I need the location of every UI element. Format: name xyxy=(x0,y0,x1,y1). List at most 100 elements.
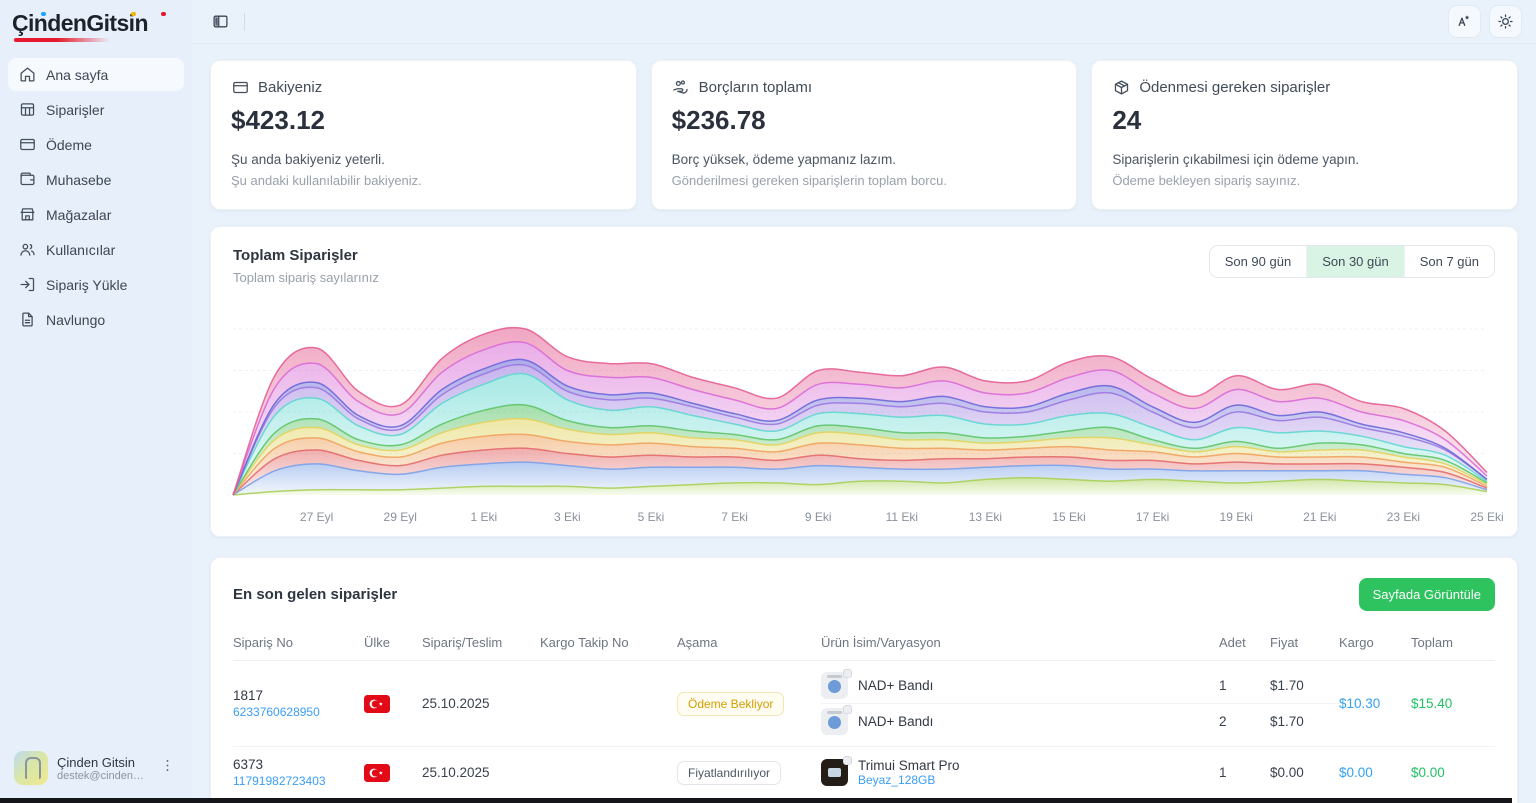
debt-card-title: Borçların toplamı xyxy=(699,79,812,96)
brand-name: ÇindenGitsin xyxy=(12,10,148,36)
order-tracking-link[interactable]: 6233760628950 xyxy=(233,705,364,719)
orders-table-header: Sipariş No Ülke Sipariş/Teslim Kargo Tak… xyxy=(233,625,1495,661)
sidebar: ÇindenGitsin Ana sayfa Siparişler Ödeme … xyxy=(0,0,192,803)
bottom-edge-strip xyxy=(0,798,1512,803)
sidebar-item-icon xyxy=(18,136,36,153)
x-tick-label: 17 Eki xyxy=(1136,510,1169,524)
pending-card-title: Ödenmesi gereken siparişler xyxy=(1139,79,1330,96)
order-number: 1817 xyxy=(233,688,364,703)
product-name: NAD+ Bandı xyxy=(858,678,933,693)
order-date: 25.10.2025 xyxy=(422,696,540,711)
turkey-flag-icon xyxy=(364,764,422,782)
sidebar-menu: Ana sayfa Siparişler Ödeme Muhasebe Mağa… xyxy=(0,58,192,336)
product-qty: 1 xyxy=(1219,765,1270,780)
sidebar-user[interactable]: Çinden Gitsin destek@cindengitsin.com xyxy=(8,745,184,791)
sidebar-toggle-icon[interactable] xyxy=(206,8,234,36)
sidebar-item-sipari-ler[interactable]: Siparişler xyxy=(8,93,184,126)
sidebar-item-ana-sayfa[interactable]: Ana sayfa xyxy=(8,58,184,91)
col-country: Ülke xyxy=(364,625,422,660)
product-variant-link[interactable]: Beyaz_128GB xyxy=(858,773,960,787)
debt-value: $236.78 xyxy=(672,105,1057,136)
brand-underline xyxy=(14,38,110,42)
balance-card-title: Bakiyeniz xyxy=(258,79,322,96)
sidebar-item-label: Mağazalar xyxy=(46,207,111,223)
order-products: NAD+ Bandı 1 $1.70 NAD+ Bandı 2 $1.70 xyxy=(821,668,1339,739)
sidebar-item-label: Sipariş Yükle xyxy=(46,277,127,293)
user-name: Çinden Gitsin xyxy=(57,755,148,770)
brand-logo[interactable]: ÇindenGitsin xyxy=(12,10,180,44)
range-button-son-7-g-n[interactable]: Son 7 gün xyxy=(1404,246,1494,277)
col-cargo: Kargo xyxy=(1339,625,1411,660)
balance-value: $423.12 xyxy=(231,105,616,136)
order-row[interactable]: 6373 11791982723403 25.10.2025 Fiyatland… xyxy=(233,747,1495,799)
x-tick-label: 27 Eyl xyxy=(300,510,333,524)
package-icon xyxy=(1112,79,1130,96)
product-line: NAD+ Bandı 1 $1.70 xyxy=(821,668,1339,703)
col-order-date: Sipariş/Teslim xyxy=(422,625,540,660)
topbar-divider xyxy=(244,13,245,31)
range-button-son-90-g-n[interactable]: Son 90 gün xyxy=(1210,246,1307,277)
range-button-son-30-g-n[interactable]: Son 30 gün xyxy=(1306,246,1404,277)
sidebar-item-label: Navlungo xyxy=(46,312,105,328)
sidebar-item-label: Muhasebe xyxy=(46,172,111,188)
sidebar-item-label: Kullanıcılar xyxy=(46,242,115,258)
sidebar-item-label: Ana sayfa xyxy=(46,67,108,83)
sidebar-item-icon xyxy=(18,171,36,188)
x-tick-label: 1 Eki xyxy=(470,510,497,524)
recent-orders-card: En son gelen siparişler Sayfada Görüntül… xyxy=(210,557,1518,803)
sidebar-item-muhasebe[interactable]: Muhasebe xyxy=(8,163,184,196)
sidebar-item-kullan-c-lar[interactable]: Kullanıcılar xyxy=(8,233,184,266)
sidebar-item-label: Siparişler xyxy=(46,102,104,118)
country-cell xyxy=(364,764,422,782)
order-number: 6373 xyxy=(233,757,364,772)
orders-title: En son gelen siparişler xyxy=(233,586,397,603)
sidebar-item-navlungo[interactable]: Navlungo xyxy=(8,303,184,336)
x-tick-label: 7 Eki xyxy=(721,510,748,524)
balance-line1: Şu anda bakiyeniz yeterli. xyxy=(231,152,616,167)
order-products: Trimui Smart Pro Beyaz_128GB 1 $0.00 xyxy=(821,754,1339,791)
x-tick-label: 25 Eki xyxy=(1470,510,1503,524)
turkey-flag-icon xyxy=(364,695,422,713)
order-row[interactable]: 1817 6233760628950 25.10.2025 Ödeme Bekl… xyxy=(233,661,1495,747)
sidebar-item-icon xyxy=(18,101,36,118)
product-price: $1.70 xyxy=(1270,714,1339,729)
thumbnail-badge xyxy=(843,705,852,714)
pending-line1: Siparişlerin çıkabilmesi için ödeme yapı… xyxy=(1112,152,1497,167)
credit-card-icon xyxy=(231,79,249,96)
sidebar-item-sipari-y-kle[interactable]: Sipariş Yükle xyxy=(8,268,184,301)
debt-card: Borçların toplamı $236.78 Borç yüksek, ö… xyxy=(651,60,1078,210)
order-tracking-link[interactable]: 11791982723403 xyxy=(233,774,364,788)
country-cell xyxy=(364,695,422,713)
hand-coins-icon xyxy=(672,79,690,96)
debt-line2: Gönderilmesi gereken siparişlerin toplam… xyxy=(672,173,1057,188)
col-product: Ürün İsim/Varyasyon xyxy=(821,625,1219,660)
brand-dot-yellow xyxy=(131,12,136,17)
main-area: Bakiyeniz $423.12 Şu anda bakiyeniz yete… xyxy=(192,0,1536,803)
user-avatar xyxy=(14,751,48,785)
product-thumbnail xyxy=(821,708,848,735)
order-total: $0.00 xyxy=(1411,765,1495,780)
orders-chart-card: Toplam Siparişler Toplam sipariş sayılar… xyxy=(210,226,1518,537)
content: Bakiyeniz $423.12 Şu anda bakiyeniz yete… xyxy=(192,44,1536,803)
translate-icon[interactable] xyxy=(1448,5,1481,38)
view-on-page-button[interactable]: Sayfada Görüntüle xyxy=(1359,578,1495,611)
product-price: $0.00 xyxy=(1270,765,1339,780)
product-line: NAD+ Bandı 2 $1.70 xyxy=(821,703,1339,739)
x-tick-label: 23 Eki xyxy=(1387,510,1420,524)
thumbnail-badge xyxy=(843,756,852,765)
x-tick-label: 3 Eki xyxy=(554,510,581,524)
col-total: Toplam xyxy=(1411,625,1495,660)
brand-dot-red xyxy=(161,12,166,17)
x-tick-label: 21 Eki xyxy=(1303,510,1336,524)
sidebar-item-ma-azalar[interactable]: Mağazalar xyxy=(8,198,184,231)
x-tick-label: 13 Eki xyxy=(969,510,1002,524)
pending-value: 24 xyxy=(1112,105,1497,136)
chart-range-buttons: Son 90 günSon 30 günSon 7 gün xyxy=(1209,245,1495,278)
col-price: Fiyat xyxy=(1270,625,1339,660)
x-tick-label: 19 Eki xyxy=(1220,510,1253,524)
sidebar-item--deme[interactable]: Ödeme xyxy=(8,128,184,161)
user-menu-kebab-icon[interactable] xyxy=(157,755,178,781)
product-line: Trimui Smart Pro Beyaz_128GB 1 $0.00 xyxy=(821,754,1339,791)
brand-dot-blue xyxy=(41,12,46,17)
theme-sun-icon[interactable] xyxy=(1489,5,1522,38)
